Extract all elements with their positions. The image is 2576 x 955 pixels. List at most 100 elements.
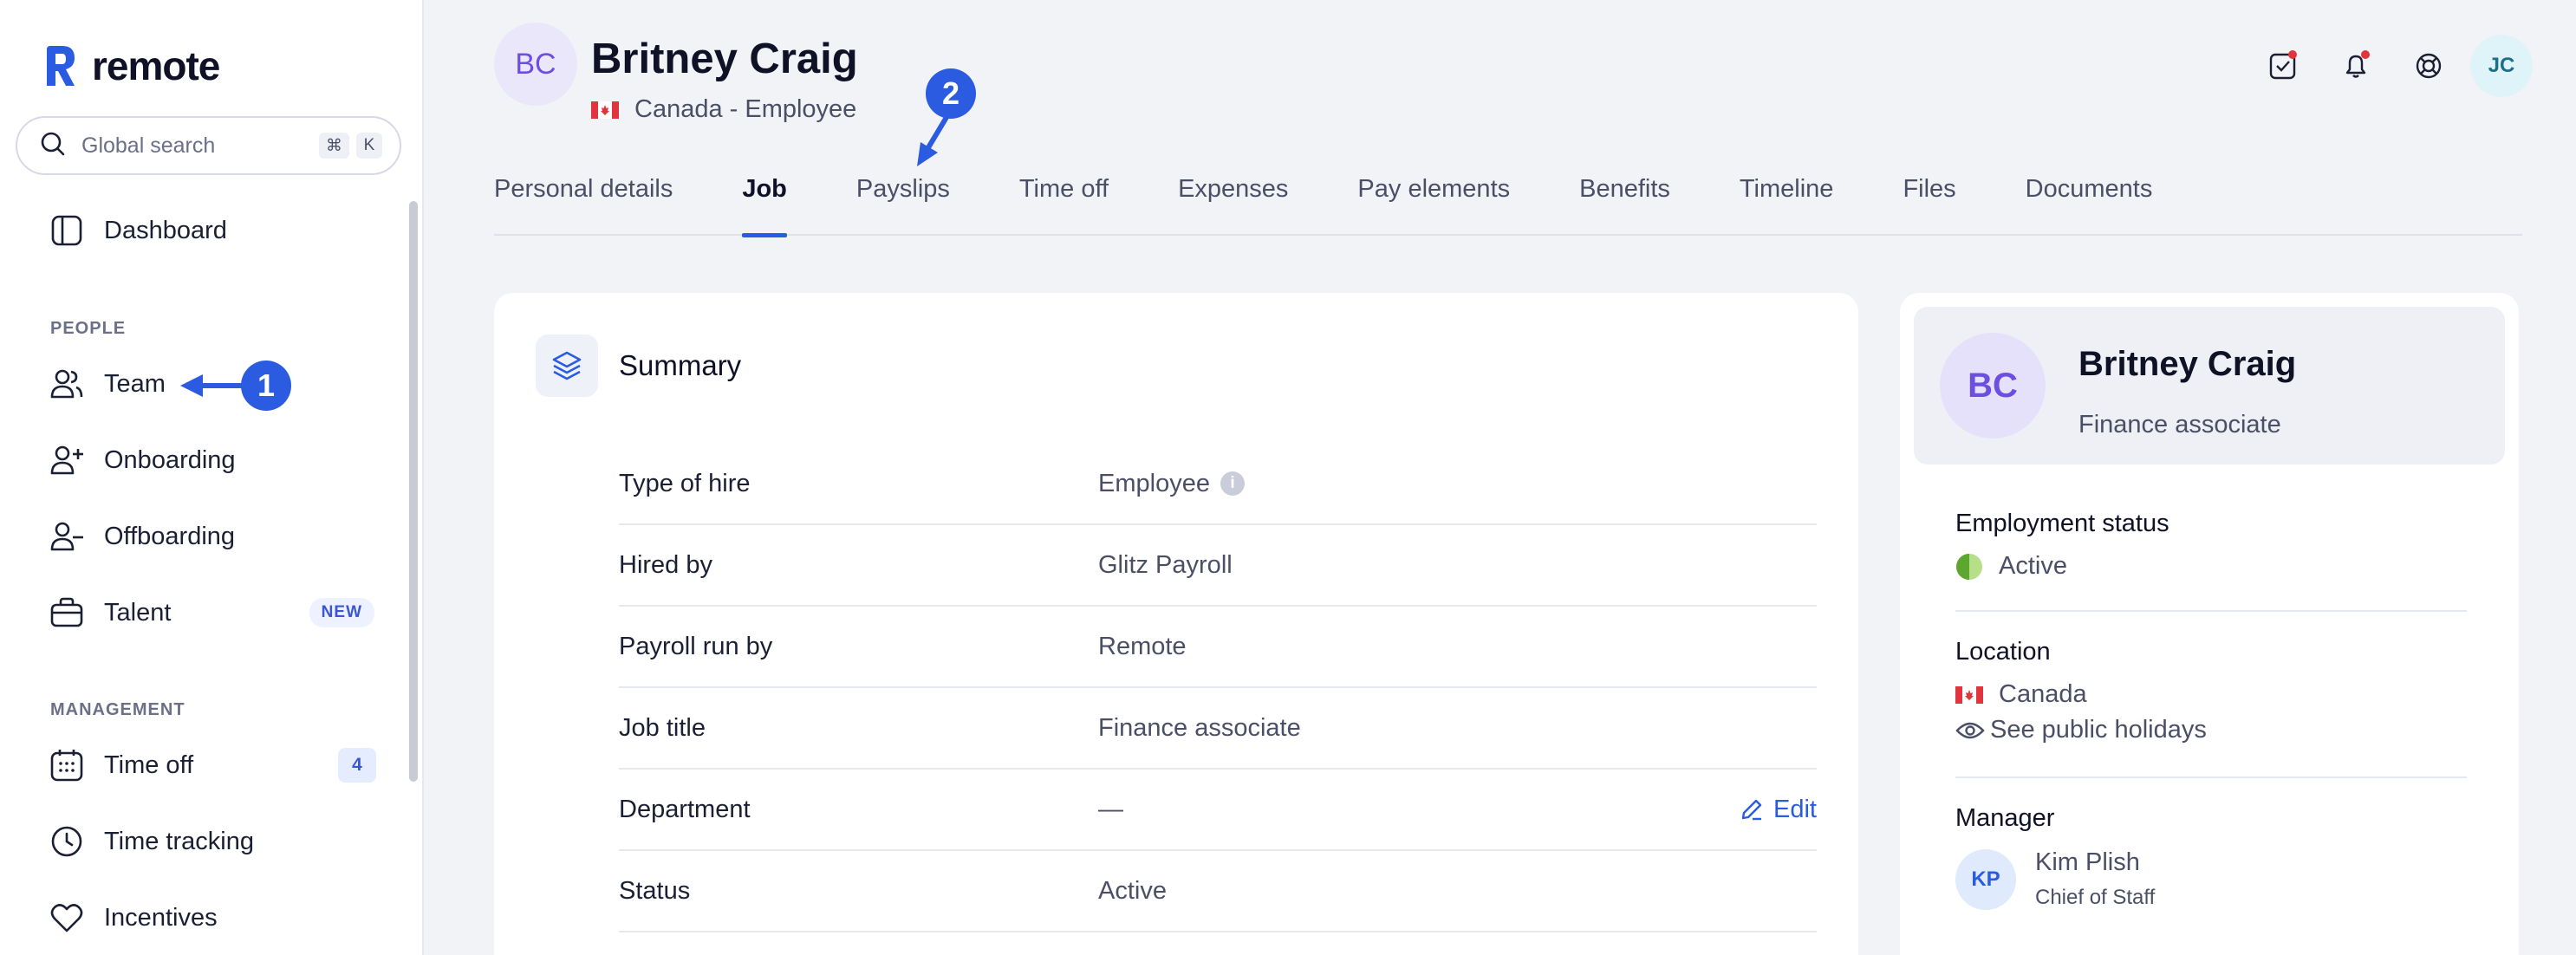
- canada-flag-icon: [591, 101, 619, 119]
- section-label-management: MANAGEMENT: [50, 700, 185, 719]
- summary-title: Summary: [619, 349, 742, 381]
- sidebar-item-dashboard[interactable]: Dashboard: [49, 206, 361, 255]
- profile-role: Finance associate: [2078, 411, 2281, 439]
- tasks-button[interactable]: [2262, 45, 2304, 87]
- manager-name: Kim Plish: [2035, 848, 2140, 876]
- summary-header: Summary: [536, 335, 741, 397]
- sidebar-item-onboarding[interactable]: Onboarding: [49, 436, 361, 484]
- remote-logo[interactable]: remote: [36, 42, 220, 90]
- tab-payslips[interactable]: Payslips: [856, 170, 950, 236]
- tab-benefits[interactable]: Benefits: [1579, 170, 1670, 236]
- row-label: Hired by: [619, 550, 712, 579]
- summary-row-job-title: Job title Finance associate: [619, 688, 1817, 770]
- notifications-button[interactable]: [2335, 45, 2377, 87]
- row-label: Department: [619, 795, 751, 823]
- sidebar-item-talent[interactable]: Talent NEW: [49, 588, 374, 637]
- logo-text: remote: [92, 43, 220, 88]
- global-search-input[interactable]: Global search ⌘ K: [16, 116, 401, 175]
- edit-department-button[interactable]: Edit: [1739, 796, 1817, 824]
- annotation-arrow-2: [917, 112, 951, 166]
- tab-job[interactable]: Job: [742, 170, 787, 237]
- tab-expenses[interactable]: Expenses: [1178, 170, 1288, 236]
- pencil-icon: [1741, 799, 1762, 821]
- summary-row-hired-by: Hired by Glitz Payroll: [619, 525, 1817, 607]
- search-icon: [40, 131, 66, 161]
- edit-label: Edit: [1773, 795, 1817, 823]
- sidebar-item-label: Offboarding: [104, 522, 236, 550]
- tab-pay-elements[interactable]: Pay elements: [1357, 170, 1510, 236]
- top-actions: JC: [2231, 35, 2533, 97]
- row-label: Job title: [619, 713, 706, 742]
- help-button[interactable]: [2408, 45, 2449, 87]
- shortcut-cmd-key: ⌘: [319, 133, 349, 159]
- tab-timeline[interactable]: Timeline: [1740, 170, 1834, 236]
- calendar-icon: [49, 747, 85, 783]
- profile-card: BC Britney Craig Finance associate Emplo…: [1900, 293, 2519, 955]
- employee-subtitle: Canada - Employee: [591, 95, 856, 124]
- eye-icon: [1955, 722, 1985, 738]
- status-active-text: Active: [1999, 552, 2067, 580]
- lifebuoy-icon: [2416, 53, 2442, 79]
- dashboard-icon: [49, 212, 85, 249]
- employment-status-value: Active: [1955, 552, 2467, 581]
- summary-row-status: Status Active: [619, 851, 1817, 932]
- sidebar-item-label: Time tracking: [104, 827, 254, 855]
- profile-header: BC Britney Craig Finance associate: [1914, 307, 2505, 465]
- sidebar-item-incentives[interactable]: Incentives: [49, 893, 361, 942]
- row-value: Employee i: [1098, 470, 1245, 498]
- row-label: Type of hire: [619, 469, 751, 497]
- row-label: Status: [619, 876, 691, 905]
- sidebar-item-label: Dashboard: [104, 216, 227, 244]
- employee-avatar: BC: [494, 23, 577, 106]
- summary-row-payroll-run-by: Payroll run by Remote: [619, 607, 1817, 688]
- user-minus-icon: [49, 518, 85, 555]
- notification-dot: [2288, 50, 2297, 59]
- profile-avatar: BC: [1940, 333, 2046, 439]
- tab-time-off[interactable]: Time off: [1019, 170, 1109, 236]
- user-avatar[interactable]: JC: [2470, 35, 2533, 97]
- shortcut-k-key: K: [356, 133, 382, 159]
- new-badge: NEW: [309, 598, 374, 627]
- summary-row-type-of-hire: Type of hire Employee i: [619, 444, 1817, 525]
- layers-icon: [536, 335, 598, 397]
- summary-row-department: Department — Edit: [619, 770, 1817, 851]
- row-label: Payroll run by: [619, 632, 773, 660]
- manager-text: Kim Plish Chief of Staff: [2035, 848, 2155, 910]
- row-value-text: Employee: [1098, 469, 1210, 497]
- sidebar-item-offboarding[interactable]: Offboarding: [49, 512, 361, 561]
- remote-logo-icon: [36, 42, 85, 90]
- row-value: Glitz Payroll: [1098, 550, 1233, 579]
- sidebar-item-label: Onboarding: [104, 445, 236, 474]
- time-off-count-badge: 4: [338, 748, 376, 783]
- sidebar-item-label: Team: [104, 369, 166, 398]
- location-section: Location Canada See public holidays: [1955, 638, 2467, 744]
- briefcase-icon: [49, 594, 85, 631]
- section-label-people: PEOPLE: [50, 319, 127, 338]
- row-value: —: [1098, 795, 1123, 823]
- annotation-marker-1: 1: [241, 361, 291, 411]
- public-holidays-text: See public holidays: [1990, 716, 2207, 744]
- manager-info[interactable]: KP Kim Plish Chief of Staff: [1955, 848, 2467, 910]
- public-holidays-link[interactable]: See public holidays: [1955, 716, 2467, 744]
- manager-section: Manager KP Kim Plish Chief of Staff: [1955, 804, 2467, 910]
- sidebar: remote Global search ⌘ K Dashboard PEOPL…: [0, 0, 424, 955]
- sidebar-scrollbar[interactable]: [409, 201, 418, 782]
- status-active-icon: [1956, 553, 1982, 580]
- manager-role: Chief of Staff: [2035, 886, 2156, 909]
- search-placeholder: Global search: [81, 133, 216, 158]
- sidebar-item-time-off[interactable]: Time off 4: [49, 741, 376, 789]
- employee-location-type: Canada - Employee: [634, 95, 857, 123]
- team-icon: [49, 366, 85, 402]
- row-value: Remote: [1098, 632, 1187, 660]
- user-plus-icon: [49, 442, 85, 478]
- sidebar-item-time-tracking[interactable]: Time tracking: [49, 817, 361, 866]
- sidebar-item-label: Time off: [104, 750, 194, 779]
- info-icon[interactable]: i: [1220, 471, 1245, 496]
- canada-flag-icon: [1955, 685, 1983, 704]
- tab-documents[interactable]: Documents: [2026, 170, 2153, 236]
- location-value: Canada: [1955, 680, 2467, 709]
- tab-files[interactable]: Files: [1903, 170, 1955, 236]
- employment-status-title: Employment status: [1955, 510, 2169, 537]
- tab-personal-details[interactable]: Personal details: [494, 170, 673, 236]
- heart-icon: [49, 900, 85, 936]
